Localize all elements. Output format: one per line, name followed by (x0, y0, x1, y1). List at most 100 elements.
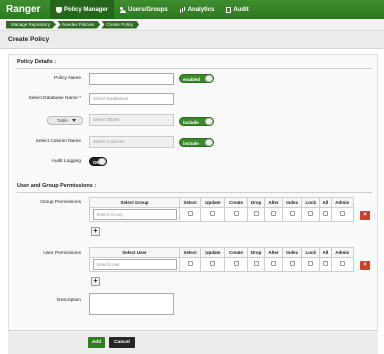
toggle-knob (205, 118, 213, 125)
nav-users-groups[interactable]: Users/Groups (114, 0, 174, 19)
nav-policy-manager[interactable]: Policy Manager (50, 0, 115, 19)
toggle-label: include (183, 120, 199, 125)
column-header: Alter (264, 247, 283, 258)
delete-group-row-button[interactable]: × (360, 211, 370, 220)
column-include-toggle[interactable]: include (179, 138, 214, 147)
add-button[interactable]: Add (88, 337, 105, 348)
top-navbar: Ranger Policy Manager Users/Groups Analy… (0, 0, 384, 19)
permission-cell (178, 257, 202, 272)
toggle-label: enabled (183, 77, 201, 82)
index-checkbox[interactable] (289, 261, 295, 266)
permission-cell (178, 207, 202, 222)
select-group-input[interactable]: Select Group (92, 209, 177, 220)
select-user-input[interactable]: Select User (92, 259, 177, 270)
column-header: All (319, 197, 332, 208)
section-divider (17, 68, 372, 69)
permission-cell (264, 207, 283, 222)
table-row: Select Group (89, 207, 355, 222)
table-type-select[interactable]: Table (47, 116, 83, 125)
create-checkbox[interactable] (233, 261, 239, 266)
nav-label: Users/Groups (128, 6, 168, 13)
nav-audit[interactable]: Audit (220, 0, 254, 19)
permission-cell (301, 207, 321, 222)
audit-logging-toggle[interactable]: ON (89, 157, 107, 166)
policy-name-input[interactable] (89, 73, 174, 85)
column-header: Create (224, 197, 248, 208)
permission-cell (301, 257, 321, 272)
permission-cell (200, 207, 226, 222)
lock-checkbox[interactable] (308, 261, 314, 266)
column-header: All (319, 247, 332, 258)
toggle-knob (205, 139, 213, 146)
permission-cell (224, 257, 248, 272)
select-checkbox[interactable] (187, 211, 193, 216)
alter-checkbox[interactable] (271, 261, 277, 266)
update-checkbox[interactable] (210, 261, 216, 266)
table-input[interactable]: Select Tables (89, 114, 174, 126)
nav-analytics[interactable]: Analytics (174, 0, 221, 19)
delete-user-row-button[interactable]: × (360, 261, 370, 270)
select-user-header: Select User (89, 247, 180, 258)
breadcrumb-hivedev-policies[interactable]: hivedev Policies (57, 20, 101, 29)
permission-cell (281, 207, 303, 222)
permission-cell (246, 257, 266, 272)
table-row: Select User (89, 257, 355, 272)
permission-cell (246, 207, 266, 222)
drop-checkbox[interactable] (253, 211, 259, 216)
index-checkbox[interactable] (289, 211, 295, 216)
create-checkbox[interactable] (233, 211, 239, 216)
breadcrumb-manage-repository[interactable]: Manage Repository (6, 20, 57, 29)
policy-details-title: Policy Details : (17, 59, 57, 65)
table-include-toggle[interactable]: include (179, 117, 214, 126)
add-group-row-button[interactable]: + (91, 227, 100, 236)
column-header: Admin (330, 247, 355, 258)
permission-cell (200, 257, 226, 272)
table-header-row: Select User Select Update Create Drop Al… (89, 247, 355, 258)
policy-name-label: Policy Name (54, 76, 81, 81)
policy-form: Policy Details : Policy Name enabled Sel… (8, 54, 378, 354)
nav-label: Policy Manager (64, 6, 109, 13)
column-label: Select Column Name (35, 139, 81, 144)
toggle-knob (98, 158, 106, 165)
nav-label: Analytics (187, 6, 215, 13)
cancel-button[interactable]: Cancel (109, 337, 135, 348)
update-checkbox[interactable] (210, 211, 216, 216)
users-icon (120, 6, 127, 13)
permission-cell (330, 207, 355, 222)
lock-checkbox[interactable] (308, 211, 314, 216)
column-header: Create (224, 247, 248, 258)
policy-enabled-toggle[interactable]: enabled (179, 74, 214, 83)
nav-label: Audit (233, 6, 249, 13)
column-header: Index (281, 197, 303, 208)
breadcrumb-create-policy: Create Policy (101, 20, 140, 29)
column-header: Alter (264, 197, 283, 208)
description-textarea[interactable] (89, 293, 174, 315)
all-checkbox[interactable] (322, 261, 328, 266)
column-header: Update (200, 197, 226, 208)
database-input[interactable]: Select Databases (89, 93, 174, 105)
permission-cell (264, 257, 283, 272)
column-header: Update (200, 247, 226, 258)
permission-cell (319, 257, 332, 272)
column-input[interactable]: Select Columns (89, 136, 174, 148)
description-label: Description (57, 298, 81, 303)
select-checkbox[interactable] (187, 261, 193, 266)
table-header-row: Select Group Select Update Create Drop A… (89, 197, 355, 208)
admin-checkbox[interactable] (339, 211, 345, 216)
column-header: Admin (330, 197, 355, 208)
permissions-title: User and Group Permissions : (17, 183, 97, 189)
group-permissions-table: Select Group Select Update Create Drop A… (89, 197, 355, 222)
alter-checkbox[interactable] (271, 211, 277, 216)
drop-checkbox[interactable] (253, 261, 259, 266)
doc-icon (226, 6, 232, 13)
permission-cell (281, 257, 303, 272)
page-title: Create Policy (0, 31, 384, 49)
add-user-row-button[interactable]: + (91, 277, 100, 286)
column-header: Drop (246, 247, 266, 258)
admin-checkbox[interactable] (339, 261, 345, 266)
brand-logo[interactable]: Ranger (0, 4, 50, 15)
chart-icon (179, 7, 186, 13)
all-checkbox[interactable] (322, 211, 328, 216)
select-value: Table (57, 118, 68, 123)
database-label: Select Database Name * (28, 96, 81, 101)
